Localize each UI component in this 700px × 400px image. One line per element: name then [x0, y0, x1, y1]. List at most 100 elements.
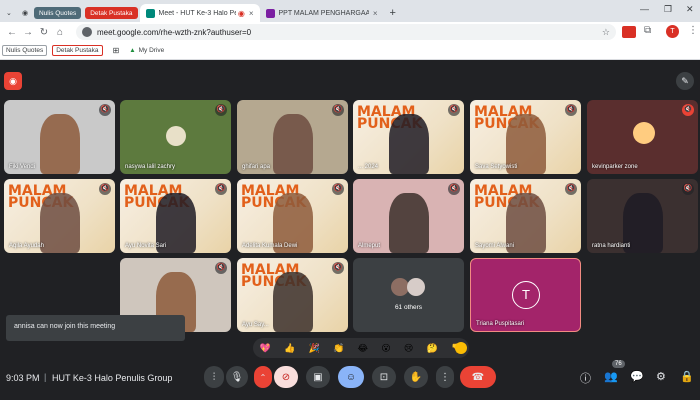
chat-icon[interactable]: 💬: [630, 370, 644, 383]
participant-name: ratna hardianti: [592, 243, 631, 249]
join-toast: annisa can now join this meeting: [6, 315, 185, 341]
participant-video: [388, 193, 429, 253]
activities-icon[interactable]: ⚙: [656, 370, 666, 383]
mic-muted-icon: 🔇: [332, 183, 344, 195]
new-tab-icon[interactable]: +: [384, 4, 402, 22]
mic-button[interactable]: 🎙: [226, 366, 248, 388]
extensions-icon[interactable]: ⧉: [644, 25, 651, 36]
captions-button[interactable]: ⊡: [372, 366, 396, 388]
reactions-button[interactable]: ☺: [338, 366, 364, 388]
present-button[interactable]: ▣: [306, 366, 330, 388]
participant-tile[interactable]: MALAM PUNCAK Sayomi Alwani 🔇: [470, 179, 581, 253]
raise-hand-button[interactable]: ✋: [404, 366, 428, 388]
participant-tile[interactable]: MALAM PUNCAK Aqila Ayudah 🔇: [4, 179, 115, 253]
chrome-icon[interactable]: ◉: [16, 4, 32, 22]
reaction-emoji[interactable]: 🤔: [427, 343, 438, 354]
tab-meet[interactable]: Meet - HUT Ke-3 Halo Penulis ◉ ×: [139, 4, 260, 22]
participant-name: Sayomi Alwani: [475, 243, 515, 249]
meeting-time: 9:03 PM: [6, 373, 40, 383]
restore-icon[interactable]: ❐: [664, 4, 672, 15]
reaction-emoji[interactable]: 😮: [381, 343, 390, 354]
back-icon[interactable]: ←: [4, 27, 20, 38]
address-bar[interactable]: meet.google.com/rhe-wzth-znk?authuser=0 …: [76, 24, 616, 40]
mic-muted-icon: 🔇: [565, 104, 577, 116]
bookmark-detak-pustaka[interactable]: Detak Pustaka: [52, 45, 103, 56]
tab-nulis-quotes[interactable]: Nulis Quotes: [34, 7, 82, 19]
reaction-bar: 💖👍🎉👏😂😮😢🤔👎: [253, 338, 469, 358]
participant-tile[interactable]: nasywa lalil zachry 🔇: [120, 100, 231, 174]
minimize-icon[interactable]: —: [640, 4, 649, 14]
participant-name: kevinparker zone: [592, 164, 638, 170]
close-window-icon[interactable]: ✕: [686, 4, 694, 15]
pen-icon[interactable]: ✎: [676, 72, 694, 90]
participant-name: ghifari apa: [242, 164, 271, 170]
extension-badge-icon[interactable]: [622, 26, 636, 38]
participant-video: [388, 114, 429, 174]
mic-muted-icon: 🔇: [332, 104, 344, 116]
ppt-favicon-icon: [265, 8, 275, 18]
meet-area: ◉ ✎ Fiki Vendi 🔇 nasywa lalil zachry 🔇 ghifa…: [0, 60, 700, 400]
reaction-emoji[interactable]: 💖: [260, 343, 271, 354]
audio-levels-button[interactable]: ⫶: [204, 366, 224, 388]
participant-name: Triana Puspitasari: [476, 321, 525, 327]
participant-tile[interactable]: Almeput 🔇: [353, 179, 464, 253]
host-controls-icon[interactable]: 🔒: [680, 370, 694, 383]
close-tab-icon[interactable]: ×: [369, 9, 378, 18]
reaction-emoji[interactable]: 😂: [358, 343, 369, 354]
reaction-emoji[interactable]: 🎉: [309, 343, 320, 354]
participant-tile[interactable]: MALAM PUNCAK Adelita Kumala Dewi 🔇: [237, 179, 348, 253]
forward-icon[interactable]: →: [20, 27, 36, 38]
others-avatars: [391, 278, 427, 298]
leave-call-button[interactable]: ☎: [460, 366, 496, 388]
bookmark-star-icon[interactable]: ☆: [602, 27, 610, 38]
participant-tile[interactable]: MALAM PUNCAK Ayu Novita Sari 🔇: [120, 179, 231, 253]
participant-tile[interactable]: kevinparker zone 🔇: [587, 100, 698, 174]
mic-muted-icon: 🔇: [448, 183, 460, 195]
profile-avatar[interactable]: T: [666, 25, 679, 38]
mic-muted-icon: 🔇: [565, 183, 577, 195]
bookmarks-bar: Nulis Quotes Detak Pustaka ⊞ ▲ My Drive: [0, 42, 700, 60]
participant-video: [166, 126, 186, 146]
tab-detak-pustaka[interactable]: Detak Pustaka: [85, 7, 138, 19]
meeting-info-icon[interactable]: ⓘ: [580, 370, 591, 386]
reaction-emoji[interactable]: 👏: [333, 343, 344, 354]
site-info-icon[interactable]: [82, 27, 92, 37]
participant-tile[interactable]: MALAM PUNCAK Ayu Say... 🔇: [237, 258, 348, 332]
mic-muted-icon: 🔇: [682, 183, 694, 195]
bookmark-my-drive[interactable]: My Drive: [139, 47, 165, 54]
participant-tile[interactable]: ghifari apa 🔇: [237, 100, 348, 174]
people-icon[interactable]: 👥: [604, 370, 618, 383]
participant-video: [39, 114, 80, 174]
home-icon[interactable]: ⌂: [52, 27, 68, 38]
participant-initial-avatar: T: [512, 281, 540, 309]
url-text: meet.google.com/rhe-wzth-znk?authuser=0: [97, 27, 252, 37]
others-count: 61 others: [394, 304, 423, 311]
camera-off-button[interactable]: ⊘: [274, 366, 298, 388]
separator: |: [44, 372, 47, 382]
participant-video: [272, 114, 313, 174]
reaction-more-icon[interactable]: [455, 342, 467, 354]
menu-icon[interactable]: ⋮: [688, 25, 698, 36]
recording-indicator[interactable]: ◉: [4, 72, 22, 90]
more-options-button[interactable]: ⋮: [436, 366, 454, 388]
tab-meet-label: Meet - HUT Ke-3 Halo Penulis: [158, 9, 236, 17]
bookmark-nulis-quotes[interactable]: Nulis Quotes: [2, 45, 48, 56]
participant-tile[interactable]: 61 others: [353, 258, 464, 332]
tab-ppt[interactable]: PPT MALAM PENGHARGAAN ×: [260, 4, 384, 22]
apps-grid-icon[interactable]: ⊞: [113, 46, 120, 55]
participant-tile[interactable]: Fiki Vendi 🔇: [4, 100, 115, 174]
participant-video: [633, 122, 655, 144]
close-tab-icon[interactable]: ×: [245, 9, 254, 18]
camera-options-button[interactable]: ⌃: [254, 366, 272, 388]
mic-muted-icon: 🔇: [215, 183, 227, 195]
reload-icon[interactable]: ↻: [36, 27, 52, 38]
participant-tile[interactable]: MALAM PUNCAK... 2024 🔇: [353, 100, 464, 174]
participant-name: Ayu Say...: [242, 322, 269, 328]
reaction-emoji[interactable]: 👍: [284, 343, 295, 354]
participant-tile[interactable]: ratna hardianti 🔇: [587, 179, 698, 253]
participant-tile[interactable]: T Triana Puspitasari: [470, 258, 581, 332]
participant-tile[interactable]: MALAM PUNCAK Sava Setyowisti 🔇: [470, 100, 581, 174]
tab-search-icon[interactable]: ⌄: [0, 4, 16, 22]
participant-name: Ayu Novita Sari: [125, 243, 167, 249]
reaction-emoji[interactable]: 😢: [404, 343, 413, 354]
